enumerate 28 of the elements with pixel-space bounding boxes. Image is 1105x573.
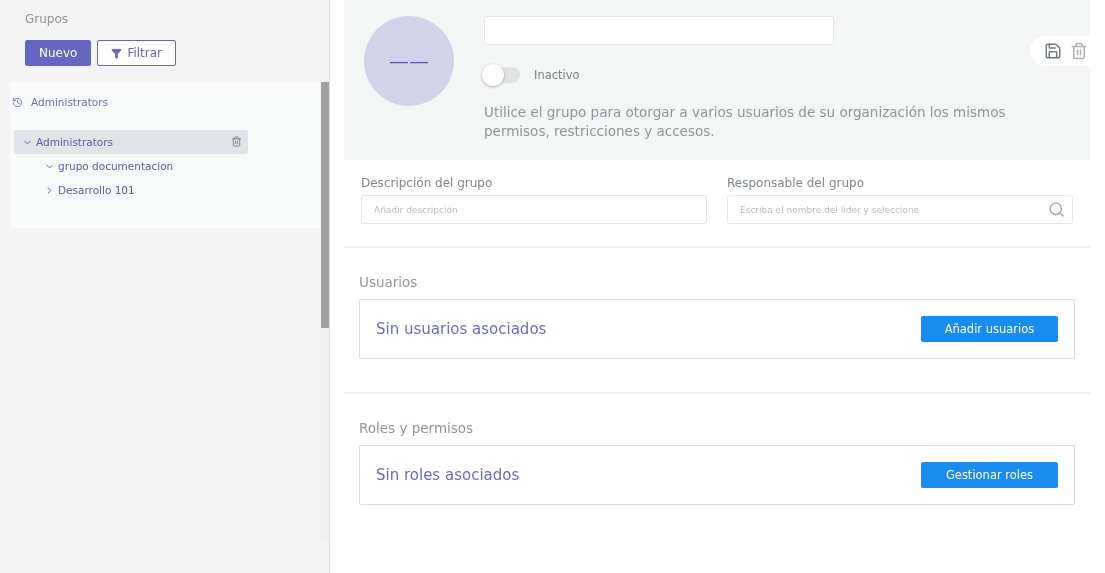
search-icon[interactable] <box>1048 201 1065 218</box>
tree-root[interactable]: Administrators <box>10 92 320 112</box>
sidebar-title: Grupos <box>24 11 70 28</box>
section-title: Usuarios <box>359 274 419 290</box>
delete-icon[interactable] <box>1070 42 1088 60</box>
delete-icon[interactable] <box>231 136 242 147</box>
empty-message: Sin usuarios asociados <box>376 320 547 338</box>
name-field[interactable] <box>484 16 834 45</box>
avatar: —— <box>364 16 454 106</box>
field-label: Descripción del grupo <box>361 176 494 190</box>
tree-item[interactable]: grupo documentacion <box>14 154 248 178</box>
action-button[interactable]: Gestionar roles <box>921 462 1058 488</box>
new-button[interactable]: Nuevo <box>25 40 92 66</box>
input-field[interactable]: Añadir descripción <box>361 195 707 224</box>
search-field[interactable]: Escriba el nombre del lider y seleccione <box>727 195 1073 224</box>
history-icon <box>12 96 23 108</box>
field-label: Responsable del grupo <box>727 176 865 190</box>
status-label: Inactivo <box>534 68 580 82</box>
empty-message: Sin roles asociados <box>376 466 520 484</box>
save-icon[interactable] <box>1044 42 1062 60</box>
description-text: Utilice el grupo para otorgar a varios usuarios de su organización los mismos permisos, restricciones y accesos. <box>484 103 1007 141</box>
status-toggle[interactable] <box>484 67 520 83</box>
section-title: Roles y permisos <box>359 420 475 436</box>
action-button[interactable]: Añadir usuarios <box>921 316 1058 342</box>
tree-item[interactable]: Desarrollo 101 <box>14 178 248 202</box>
tree-item[interactable]: Administrators <box>14 130 248 154</box>
filter-button[interactable]: Filtrar <box>97 40 177 66</box>
filter-icon <box>111 47 123 59</box>
